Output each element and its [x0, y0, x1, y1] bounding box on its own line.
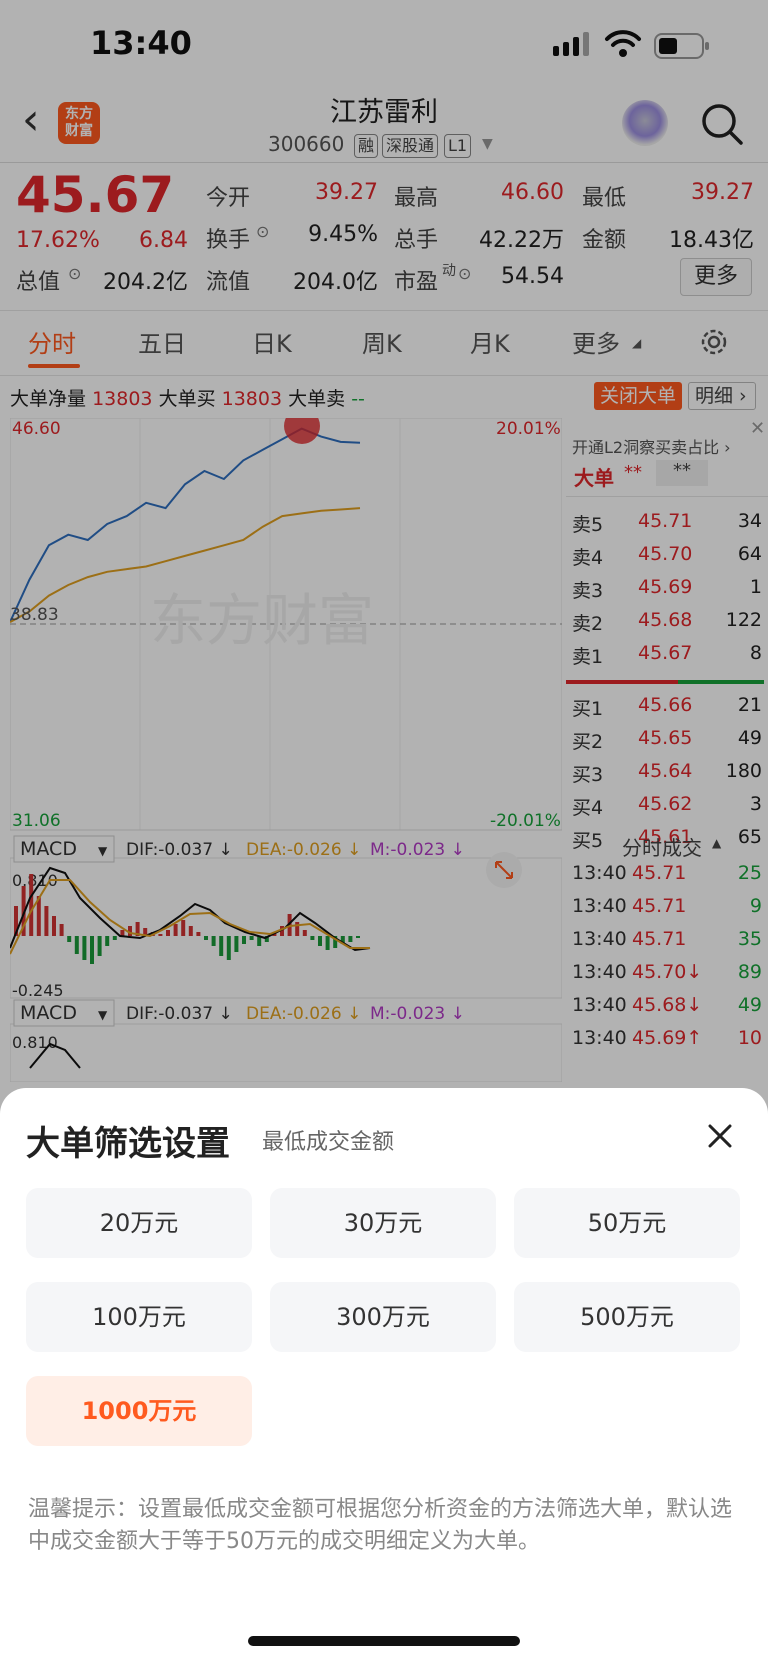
- option-30w[interactable]: 30万元: [270, 1188, 496, 1258]
- sheet-subtitle: 最低成交金额: [262, 1130, 395, 1155]
- filter-sheet: [0, 1088, 768, 1662]
- sheet-tip: 温馨提示：设置最低成交金额可根据您分析资金的方法筛选大单，默认选中成交金额大于等…: [28, 1497, 733, 1554]
- option-50w[interactable]: 50万元: [514, 1188, 740, 1258]
- option-300w[interactable]: 300万元: [270, 1282, 496, 1352]
- option-20w[interactable]: 20万元: [26, 1188, 252, 1258]
- option-100w[interactable]: 100万元: [26, 1282, 252, 1352]
- option-500w[interactable]: 500万元: [514, 1282, 740, 1352]
- close-icon[interactable]: [702, 1118, 738, 1154]
- sheet-title: 大单筛选设置: [26, 1124, 230, 1164]
- home-indicator[interactable]: [248, 1636, 520, 1646]
- option-1000w-selected[interactable]: 1000万元: [26, 1376, 252, 1446]
- app-page: 13:40 ‹ 东方 财富 江苏雷利 300660 融 深股通 L1 ▼ 45.6…: [0, 0, 768, 1662]
